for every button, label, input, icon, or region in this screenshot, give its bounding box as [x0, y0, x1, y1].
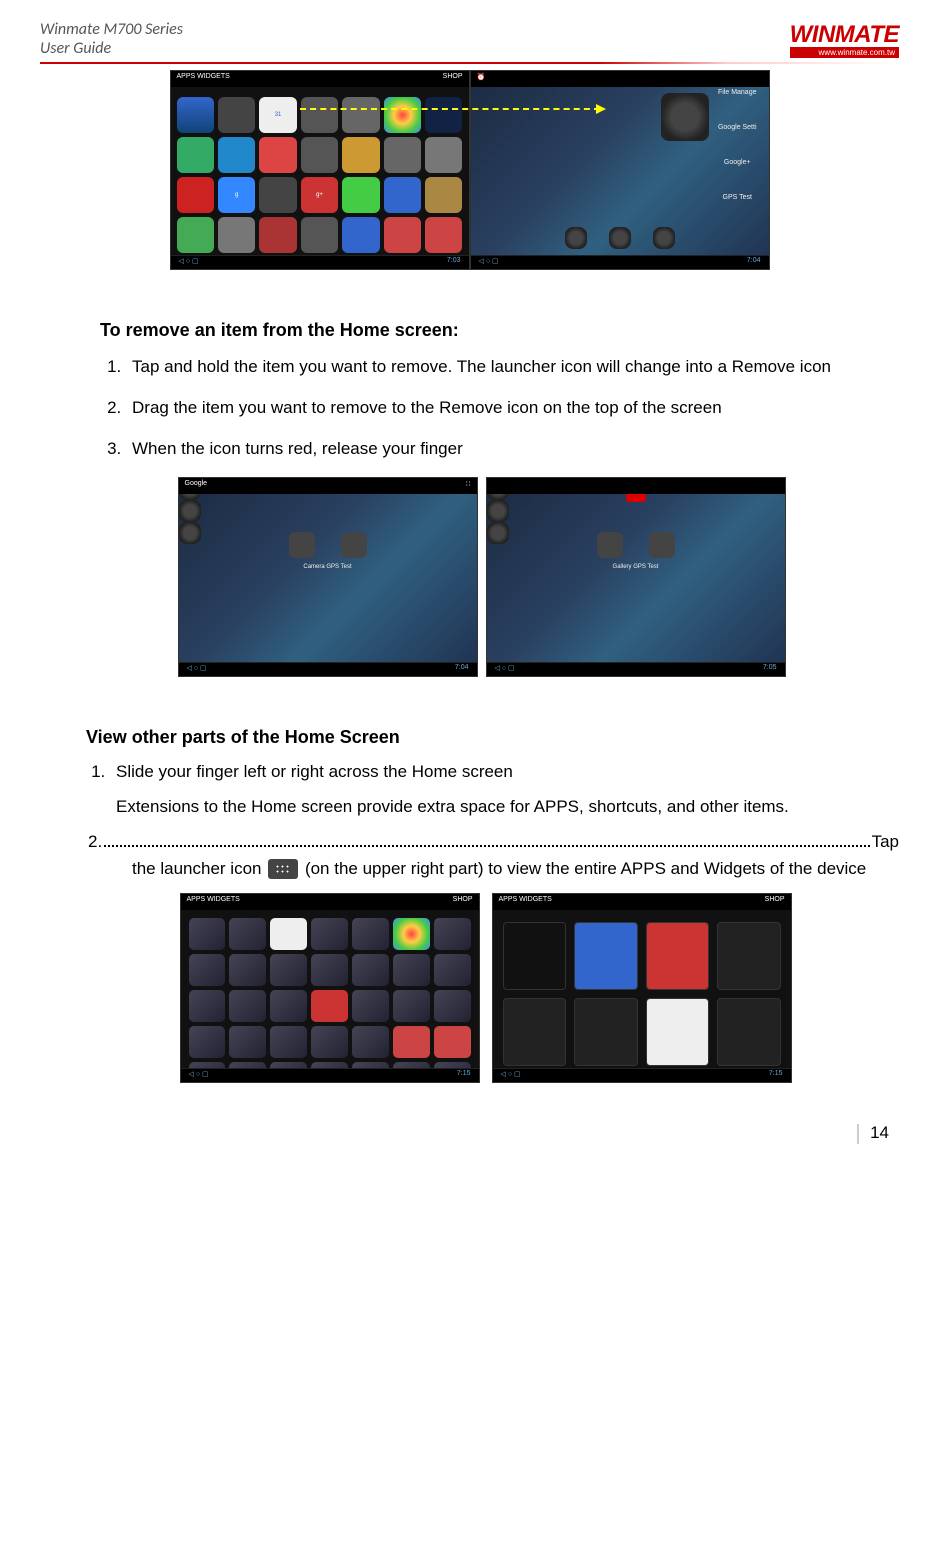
shop-e: SHOP: [765, 896, 785, 908]
icon-labels-c1: Camera GPS Test: [179, 564, 477, 570]
view-steps-list: Slide your finger left or right across t…: [40, 760, 899, 819]
view-step-1-desc: Extensions to the Home screen provide ex…: [116, 795, 899, 820]
screenshot-apps-tab: APPS WIDGETSSHOP ◁ ○ ▢7:15: [180, 893, 480, 1083]
remove-step-3: When the icon turns red, release your fi…: [126, 437, 869, 462]
google-label: Google: [185, 480, 208, 492]
tabs-left-d: APPS WIDGETS: [187, 896, 240, 908]
screenshot-remove-red: Gallery GPS Test ◁ ○ ▢7:05: [486, 477, 786, 677]
logo-block: WINMATE www.winmate.com.tw: [790, 21, 899, 58]
time-c1: 7:04: [455, 664, 469, 675]
tabs-left-e: APPS WIDGETS: [499, 896, 552, 908]
screenshot-home-screen: ⏰ File Manage Google Setti Google+ GPS T…: [470, 70, 770, 270]
time-d: 7:15: [457, 1070, 471, 1081]
logo-text: WINMATE: [790, 21, 899, 48]
step2-dotted-line: 2. Tap: [40, 832, 899, 852]
step2-text-a: the launcher icon: [132, 859, 266, 878]
time-c2: 7:05: [763, 664, 777, 675]
step2-body: the launcher icon (on the upper right pa…: [40, 856, 899, 882]
time-e: 7:15: [769, 1070, 783, 1081]
step2-trail: Tap: [872, 832, 899, 852]
figure-apps-widgets: APPS WIDGETSSHOP ◁ ○ ▢7:15 APPS WIDGETSS…: [40, 893, 899, 1083]
header-text: Winmate M700 Series User Guide: [40, 20, 183, 58]
page-number-bar: [857, 1124, 859, 1144]
icon-labels-c2: Gallery GPS Test: [487, 564, 785, 570]
product-name: Winmate M700 Series: [40, 20, 183, 39]
time-right: 7:04: [747, 257, 761, 268]
remove-step-1: Tap and hold the item you want to remove…: [126, 355, 869, 380]
subtitle: User Guide: [40, 39, 183, 58]
view-step-1-text: Slide your finger left or right across t…: [116, 762, 513, 781]
shop-d: SHOP: [453, 896, 473, 908]
time-left: 7:03: [447, 257, 461, 268]
shop-link: SHOP: [443, 73, 463, 85]
step2-text-b: (on the upper right part) to view the en…: [305, 859, 866, 878]
remove-steps-list: Tap and hold the item you want to remove…: [100, 355, 869, 461]
dotted-leader: [104, 832, 869, 847]
label-file-manager: File Manage: [718, 89, 757, 96]
camera-icon: [661, 93, 709, 141]
screenshot-apps-drawer: APPS WIDGETS SHOP 31 g g+: [170, 70, 470, 270]
heading-view-other: View other parts of the Home Screen: [40, 727, 899, 748]
figure-remove-sequence: Google∷ Camera GPS Test ◁ ○ ▢7:04 Galler…: [40, 477, 899, 677]
page-number: 14: [870, 1123, 889, 1142]
step2-number: 2.: [88, 832, 102, 852]
launcher-icon: [268, 859, 298, 879]
header-rule: [40, 62, 899, 64]
heading-remove-item: To remove an item from the Home screen:: [100, 320, 869, 341]
tabs-apps-widgets: APPS WIDGETS: [177, 73, 230, 85]
yellow-arrow-icon: [300, 108, 600, 110]
screenshot-widgets-tab: APPS WIDGETSSHOP ◁ ○ ▢7:15: [492, 893, 792, 1083]
label-google-settings: Google Setti: [718, 124, 757, 131]
page-number-block: 14: [40, 1123, 899, 1144]
label-google-plus: Google+: [718, 159, 757, 166]
logo-url: www.winmate.com.tw: [790, 47, 899, 58]
view-step-1: Slide your finger left or right across t…: [110, 760, 899, 819]
screenshot-remove-before: Google∷ Camera GPS Test ◁ ○ ▢7:04: [178, 477, 478, 677]
label-gps-test: GPS Test: [718, 194, 757, 201]
remove-step-2: Drag the item you want to remove to the …: [126, 396, 869, 421]
figure-drag-to-home: APPS WIDGETS SHOP 31 g g+: [40, 70, 899, 270]
